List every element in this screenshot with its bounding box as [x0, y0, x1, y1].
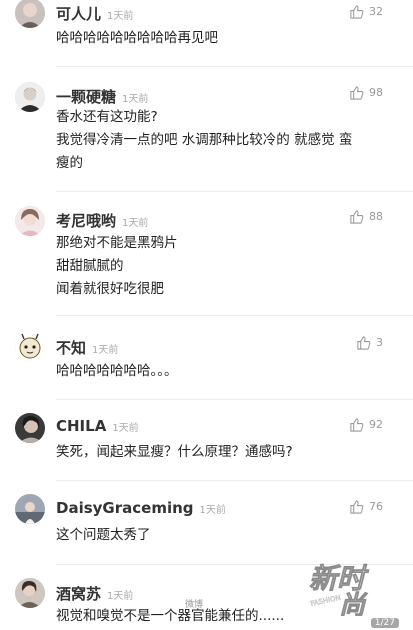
avatar[interactable] [15, 0, 45, 28]
brand-watermark: 新时 尚 FASHION [303, 554, 403, 622]
comment-text: 哈哈哈哈哈哈哈哈哈再见吧 [56, 30, 218, 46]
divider [56, 399, 413, 400]
like-count: 32 [369, 5, 383, 18]
commenter-name[interactable]: 不知 1天前 [56, 337, 118, 358]
thumbs-up-icon [350, 500, 364, 514]
thumbs-up-icon [357, 336, 371, 350]
avatar[interactable] [15, 206, 45, 236]
comment-text: 那绝对不能是黑鸦片 甜甜腻腻的 闻着就很好吃很肥 [56, 235, 178, 297]
comment-time: 1天前 [199, 505, 226, 516]
like-button[interactable]: 92 [349, 417, 383, 432]
thumbs-up-icon [350, 210, 364, 224]
comment-time: 1天前 [122, 94, 149, 105]
comment-text: 笑死，闻起来显瘦？什么原理？通感吗? [56, 444, 293, 460]
weibo-tag: 微博 [185, 600, 204, 610]
avatar[interactable] [15, 82, 45, 112]
like-button[interactable]: 98 [349, 85, 383, 100]
like-button[interactable]: 32 [349, 4, 383, 19]
like-count: 98 [369, 86, 383, 99]
divider [56, 191, 413, 192]
comment-time: 1天前 [107, 11, 134, 22]
divider [56, 66, 413, 67]
like-count: 92 [369, 418, 383, 431]
thumbs-up-icon [350, 5, 364, 19]
commenter-name[interactable]: 考尼哦哟 1天前 [56, 210, 148, 231]
commenter-name[interactable]: DaisyGraceming 1天前 [56, 499, 226, 517]
thumbs-up-icon [350, 86, 364, 100]
comment-time: 1天前 [92, 345, 119, 356]
thumbs-up-icon [350, 418, 364, 432]
divider [56, 480, 413, 481]
like-button[interactable]: 3 [356, 335, 383, 350]
like-button[interactable]: 88 [349, 209, 383, 224]
commenter-name[interactable]: CHILA 1天前 [56, 417, 139, 435]
like-count: 88 [369, 210, 383, 223]
comment-text: 哈哈哈哈哈哈哈。。。 [56, 363, 178, 379]
avatar[interactable] [15, 331, 45, 361]
comment-time: 1天前 [112, 423, 139, 434]
comment-text: 香水还有这功能? 我觉得冷清一点的吧 水调那种比较冷的 就感觉 蛮 瘦的 [56, 109, 353, 171]
svg-text:尚: 尚 [339, 591, 368, 616]
avatar[interactable] [15, 494, 45, 524]
svg-text:FASHION: FASHION [310, 594, 342, 608]
comment-text: 这个问题太秀了 [56, 527, 151, 543]
divider [56, 315, 413, 316]
like-count: 76 [369, 500, 383, 513]
commenter-name[interactable]: 可人儿 1天前 [56, 3, 133, 24]
comment-time: 1天前 [122, 218, 149, 229]
like-button[interactable]: 76 [349, 499, 383, 514]
comment-time: 1天前 [107, 591, 134, 602]
avatar[interactable] [15, 413, 45, 443]
page-indicator: 1/27 [370, 618, 399, 628]
like-count: 3 [376, 336, 383, 349]
avatar[interactable] [15, 578, 45, 608]
commenter-name[interactable]: 酒窝苏 1天前 [56, 583, 133, 604]
commenter-name[interactable]: 一颗硬糖 1天前 [56, 86, 148, 107]
